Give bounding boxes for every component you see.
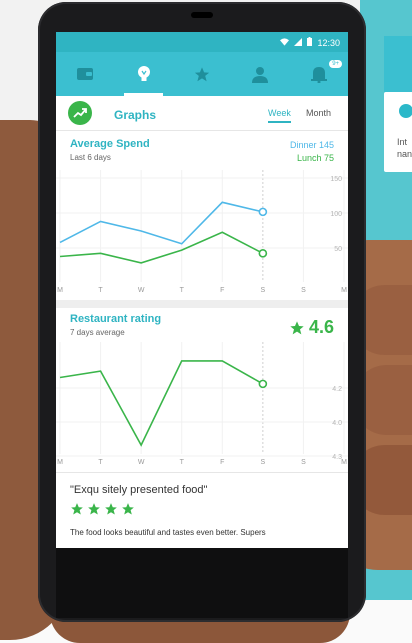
y-tick-label: 50 xyxy=(334,246,342,253)
data-point-selected[interactable] xyxy=(258,249,268,258)
phone-speaker xyxy=(191,12,213,18)
app-screen: 12:30 9+ Graphs Week Month Average Spend xyxy=(56,32,348,548)
rating-subtitle: 7 days average xyxy=(70,328,125,337)
spend-chart: 150 100 50 M T W T F S S M xyxy=(56,170,348,294)
x-tick-label: W xyxy=(138,459,145,466)
background-card-header xyxy=(384,36,412,92)
y-tick-label: 4.2 xyxy=(332,386,342,393)
signal-icon xyxy=(294,37,303,48)
rating-value: 4.6 xyxy=(308,317,334,337)
background-card-text: Int nan xyxy=(397,137,412,159)
x-tick-label: S xyxy=(261,459,266,466)
bulb-icon xyxy=(399,104,412,118)
lightbulb-icon xyxy=(137,66,150,81)
bell-icon xyxy=(310,66,327,83)
person-icon xyxy=(252,66,269,83)
graphs-header: Graphs Week Month xyxy=(56,96,348,130)
x-tick-label: T xyxy=(98,287,103,294)
period-week-toggle[interactable]: Week xyxy=(268,108,291,123)
x-tick-label: F xyxy=(220,287,224,294)
battery-icon xyxy=(307,37,313,48)
divider xyxy=(56,130,348,131)
spend-subtitle: Last 6 days xyxy=(70,153,111,162)
x-tick-label: T xyxy=(180,287,185,294)
period-month-toggle[interactable]: Month xyxy=(306,108,331,118)
phone-bottom-bezel xyxy=(56,548,348,618)
status-bar: 12:30 xyxy=(56,32,348,52)
section-gap xyxy=(56,300,348,308)
x-tick-label: T xyxy=(180,459,185,466)
tab-bar: 9+ xyxy=(56,52,348,96)
status-time: 12:30 xyxy=(317,37,340,48)
x-tick-label: M xyxy=(57,459,63,466)
tab-notifications[interactable]: 9+ xyxy=(290,52,348,96)
rating-score: 4.6 xyxy=(289,317,334,338)
x-tick-label: W xyxy=(138,287,145,294)
review-stars xyxy=(70,502,135,516)
star-icon xyxy=(71,503,83,515)
tab-ideas[interactable] xyxy=(114,52,172,96)
x-tick-label: M xyxy=(341,459,347,466)
tab-favorites[interactable] xyxy=(173,52,231,96)
tab-profile[interactable] xyxy=(231,52,289,96)
rating-title: Restaurant rating xyxy=(70,313,162,325)
spend-title: Average Spend xyxy=(70,138,150,150)
page-title: Graphs xyxy=(114,108,157,122)
x-tick-label: M xyxy=(341,287,347,294)
review-quote: "Exqu sitely presented food" xyxy=(70,484,208,496)
x-tick-label: M xyxy=(57,287,63,294)
star-icon xyxy=(122,503,134,515)
y-tick-label: 4.0 xyxy=(332,420,342,427)
data-point-selected[interactable] xyxy=(258,379,268,389)
x-tick-label: F xyxy=(220,459,224,466)
series-line xyxy=(59,360,264,447)
star-icon xyxy=(290,320,304,334)
notification-badge: 9+ xyxy=(329,60,343,68)
y-tick-label: 100 xyxy=(330,211,342,218)
star-icon xyxy=(105,503,117,515)
x-tick-label: S xyxy=(301,459,306,466)
star-icon xyxy=(88,503,100,515)
review-text: The food looks beautiful and tastes even… xyxy=(70,528,266,537)
wifi-icon xyxy=(280,37,290,48)
x-tick-label: S xyxy=(301,287,306,294)
tab-wallet[interactable] xyxy=(56,52,114,96)
rating-chart: 4.24.04.34.1MTWTFSSM xyxy=(56,342,348,466)
x-tick-label: S xyxy=(261,287,266,294)
data-point-selected[interactable] xyxy=(258,207,268,217)
legend-dinner: Dinner 145 xyxy=(289,140,334,150)
y-tick-label: 150 xyxy=(330,176,342,183)
wallet-icon xyxy=(77,68,94,80)
divider xyxy=(56,472,348,473)
x-tick-label: T xyxy=(98,459,103,466)
legend-lunch: Lunch 75 xyxy=(296,153,334,163)
star-icon xyxy=(194,66,210,81)
trending-up-icon xyxy=(68,101,92,125)
